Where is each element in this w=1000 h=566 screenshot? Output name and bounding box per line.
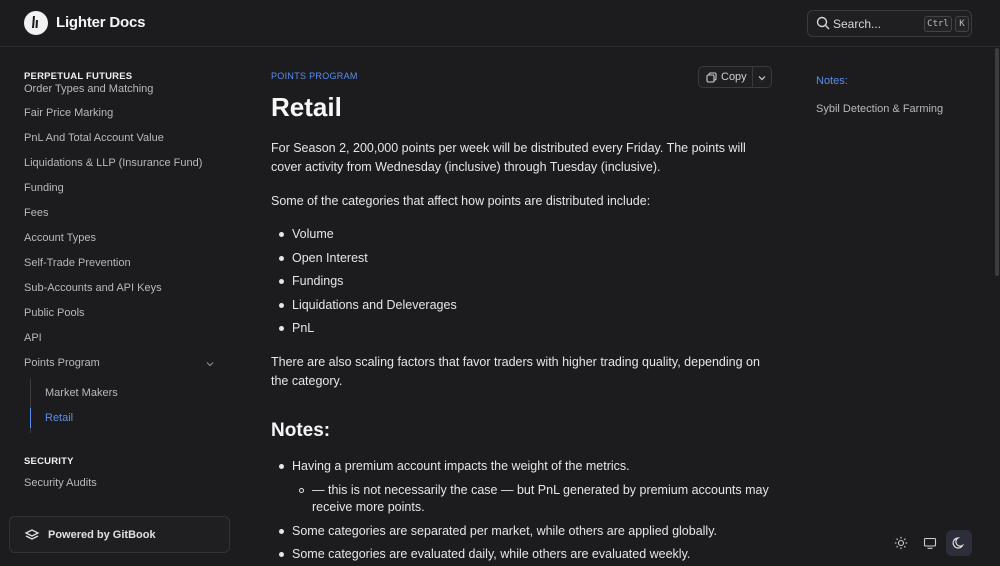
bullet-dot: [279, 552, 284, 557]
gitbook-icon: [24, 529, 40, 540]
sidebar-item-liquidations[interactable]: Liquidations & LLP (Insurance Fund): [24, 157, 202, 169]
scrollbar[interactable]: [995, 48, 999, 276]
intro-paragraph: For Season 2, 200,000 points per week wi…: [271, 141, 746, 174]
search-icon: [816, 16, 830, 30]
shortcut-k: K: [955, 16, 969, 32]
sidebar-item-points-program[interactable]: Points Program: [24, 357, 100, 369]
copy-page-button[interactable]: Copy: [698, 66, 772, 88]
sub-nav-active-line: [30, 408, 31, 428]
chevron-down-icon[interactable]: [205, 359, 215, 369]
categories-intro: Some of the categories that affect how p…: [271, 194, 651, 208]
list-item: Volume: [292, 227, 334, 241]
top-header: Lighter Docs Search... Ctrl K: [0, 0, 1000, 47]
page-title: Retail: [271, 92, 342, 122]
bullet-dot: [279, 256, 284, 261]
copy-icon: [706, 72, 717, 83]
theme-dark-button[interactable]: [946, 530, 972, 556]
chevron-down-icon[interactable]: [757, 73, 767, 83]
sidebar-item-order-types[interactable]: Order Types and Matching: [24, 83, 153, 95]
bullet-dot: [279, 279, 284, 284]
list-item: Some categories are evaluated daily, whi…: [292, 547, 691, 561]
sidebar-item-account-types[interactable]: Account Types: [24, 232, 96, 244]
section-perpetual-futures: PERPETUAL FUTURES: [24, 71, 133, 82]
monitor-icon: [923, 537, 937, 549]
sidebar-item-security-audits[interactable]: Security Audits: [24, 477, 97, 489]
sidebar-item-fees[interactable]: Fees: [24, 207, 48, 219]
sidebar-item-sub-accounts[interactable]: Sub-Accounts and API Keys: [24, 282, 162, 294]
theme-system-button[interactable]: [917, 530, 943, 556]
powered-by-label: Powered by GitBook: [48, 529, 156, 541]
sidebar-item-market-makers[interactable]: Market Makers: [45, 387, 118, 399]
list-item: Some categories are separated per market…: [292, 524, 717, 538]
list-item: Liquidations and Deleverages: [292, 298, 457, 312]
sidebar-item-funding[interactable]: Funding: [24, 182, 64, 194]
site-title[interactable]: Lighter Docs: [56, 14, 145, 31]
bullet-dot: [279, 464, 284, 469]
notes-heading: Notes:: [271, 420, 331, 441]
copy-label: Copy: [721, 71, 747, 83]
search-button[interactable]: Search... Ctrl K: [807, 10, 972, 37]
sidebar-item-self-trade[interactable]: Self-Trade Prevention: [24, 257, 131, 269]
scaling-paragraph: There are also scaling factors that favo…: [271, 355, 760, 388]
sidebar: PERPETUAL FUTURES Order Types and Matchi…: [0, 48, 240, 566]
list-item: Open Interest: [292, 251, 368, 265]
bullet-dot: [279, 303, 284, 308]
bullet-dot: [279, 232, 284, 237]
sub-list-item: — this is not necessarily the case — but…: [312, 483, 769, 514]
search-label: Search...: [833, 17, 882, 31]
list-item: Fundings: [292, 274, 344, 288]
moon-icon: [952, 537, 965, 549]
lighter-logo-icon[interactable]: [24, 11, 48, 35]
sidebar-item-api[interactable]: API: [24, 332, 42, 344]
sun-icon: [894, 536, 908, 550]
theme-light-button[interactable]: [888, 530, 914, 556]
list-item: PnL: [292, 321, 315, 335]
section-security: SECURITY: [24, 456, 74, 467]
list-item: Having a premium account impacts the wei…: [292, 459, 630, 473]
sub-bullet-ring: [299, 488, 304, 493]
bullet-dot: [279, 529, 284, 534]
sidebar-item-fair-price[interactable]: Fair Price Marking: [24, 107, 113, 119]
shortcut-ctrl: Ctrl: [924, 16, 952, 32]
sidebar-item-pnl[interactable]: PnL And Total Account Value: [24, 132, 164, 144]
copy-divider: [752, 67, 753, 87]
powered-by-gitbook-link[interactable]: Powered by GitBook: [9, 516, 230, 553]
sidebar-item-public-pools[interactable]: Public Pools: [24, 307, 85, 319]
sidebar-item-retail[interactable]: Retail: [45, 412, 73, 424]
toc-item-sybil[interactable]: Sybil Detection & Farming: [816, 103, 943, 115]
breadcrumb[interactable]: POINTS PROGRAM: [271, 71, 358, 81]
bullet-dot: [279, 326, 284, 331]
toc-item-notes[interactable]: Notes:: [816, 75, 848, 87]
